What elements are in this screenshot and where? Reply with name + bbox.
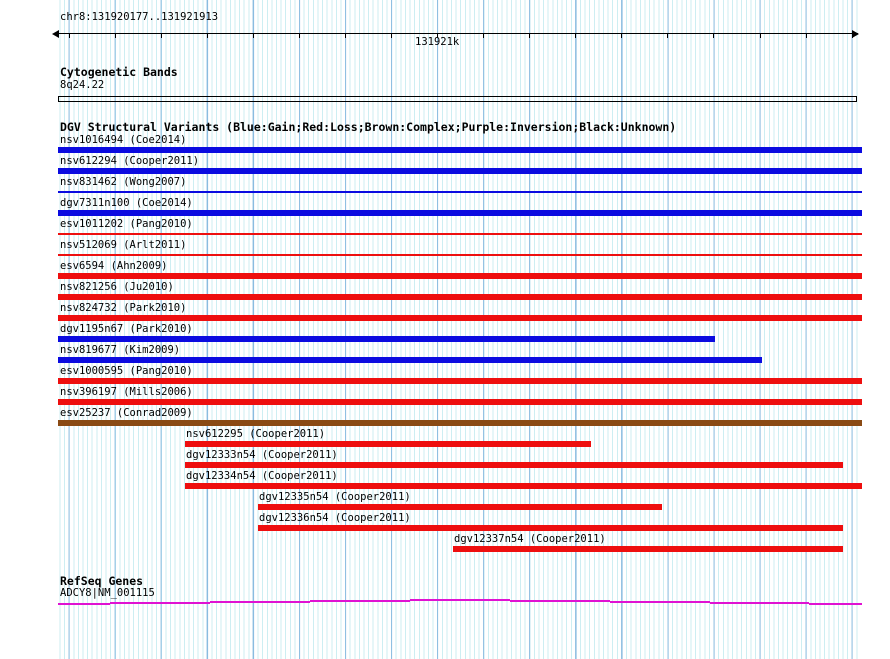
ruler-tick	[483, 34, 485, 38]
refseq-track-title: RefSeq Genes	[60, 574, 144, 588]
gene-line-segment[interactable]	[610, 601, 710, 603]
variant-label[interactable]: nsv824732 (Park2010)	[60, 303, 186, 314]
refseq-gene-label[interactable]: ADCY8|NM_001115	[60, 588, 155, 599]
ruler-tick	[68, 34, 70, 38]
variant-bar-blue[interactable]	[58, 336, 715, 342]
variant-label[interactable]: dgv12337n54 (Cooper2011)	[454, 534, 606, 545]
ruler-tick	[667, 34, 669, 38]
variant-label[interactable]: nsv396197 (Mills2006)	[60, 387, 193, 398]
ruler-tick	[805, 34, 807, 38]
variant-label[interactable]: dgv12335n54 (Cooper2011)	[259, 492, 411, 503]
ruler-tick	[298, 34, 300, 38]
variant-bar-blue[interactable]	[58, 357, 762, 363]
variant-label[interactable]: dgv7311n100 (Coe2014)	[60, 198, 193, 209]
variant-bar-red[interactable]	[258, 504, 662, 510]
gene-line-segment[interactable]	[210, 601, 310, 603]
variant-bar-blue[interactable]	[58, 168, 862, 174]
gene-line-segment[interactable]	[710, 602, 809, 604]
variant-bar-red[interactable]	[58, 378, 862, 384]
variant-label[interactable]: esv25237 (Conrad2009)	[60, 408, 193, 419]
variant-bar-red[interactable]	[453, 546, 843, 552]
gene-line-segment[interactable]	[58, 603, 110, 605]
gene-line-segment[interactable]	[809, 603, 862, 605]
ruler-tick	[391, 34, 393, 38]
variant-bar-red[interactable]	[185, 483, 862, 489]
cytogenetic-band-box[interactable]	[58, 96, 857, 102]
ruler-tick	[114, 34, 116, 38]
variant-label[interactable]: dgv1195n67 (Park2010)	[60, 324, 193, 335]
ruler-tick	[575, 34, 577, 38]
gene-line-segment[interactable]	[510, 600, 610, 602]
variant-bar-red[interactable]	[258, 525, 843, 531]
cytogenetic-bands-title: Cytogenetic Bands	[60, 65, 178, 79]
variant-label[interactable]: nsv512069 (Arlt2011)	[60, 240, 186, 251]
variant-bar-blue[interactable]	[58, 210, 862, 216]
genome-browser-view: chr8:131920177..131921913 131921k Cytoge…	[0, 0, 890, 659]
gene-line-segment[interactable]	[410, 599, 510, 601]
ruler-tick	[713, 34, 715, 38]
variant-bar-blue[interactable]	[58, 147, 862, 153]
variant-label[interactable]: nsv819677 (Kim2009)	[60, 345, 180, 356]
variant-label[interactable]: dgv12334n54 (Cooper2011)	[186, 471, 338, 482]
variant-bar-red[interactable]	[185, 462, 843, 468]
ruler-tick	[621, 34, 623, 38]
variant-bar-red[interactable]	[58, 233, 862, 235]
ruler-tick	[344, 34, 346, 38]
ruler-tick	[160, 34, 162, 38]
ruler-left-arrow-icon	[52, 30, 59, 38]
variant-bar-red[interactable]	[185, 441, 591, 447]
variant-bar-red[interactable]	[58, 315, 862, 321]
dgv-track-title: DGV Structural Variants (Blue:Gain;Red:L…	[60, 120, 677, 134]
gene-line-segment[interactable]	[110, 602, 210, 604]
variant-label[interactable]: nsv831462 (Wong2007)	[60, 177, 186, 188]
variant-label[interactable]: nsv612295 (Cooper2011)	[186, 429, 325, 440]
variant-bar-red[interactable]	[58, 294, 862, 300]
variant-bar-red[interactable]	[58, 399, 862, 405]
region-coordinates-label: chr8:131920177..131921913	[60, 11, 219, 23]
variant-bar-brown[interactable]	[58, 420, 862, 426]
ruler-tick	[851, 34, 853, 38]
gene-line-segment[interactable]	[310, 600, 410, 602]
variant-label[interactable]: dgv12336n54 (Cooper2011)	[259, 513, 411, 524]
variant-label[interactable]: nsv821256 (Ju2010)	[60, 282, 174, 293]
variant-label[interactable]: dgv12333n54 (Cooper2011)	[186, 450, 338, 461]
ruler-tick	[252, 34, 254, 38]
ruler-tick	[206, 34, 208, 38]
ruler-position-label: 131921k	[415, 36, 460, 48]
ruler-right-arrow-icon	[852, 30, 859, 38]
variant-label[interactable]: nsv612294 (Cooper2011)	[60, 156, 199, 167]
ruler-line	[58, 33, 858, 34]
ruler-tick	[759, 34, 761, 38]
variant-label[interactable]: esv1000595 (Pang2010)	[60, 366, 193, 377]
variant-bar-red[interactable]	[58, 273, 862, 279]
cytogenetic-band-label: 8q24.22	[60, 79, 105, 91]
ruler-tick	[529, 34, 531, 38]
variant-label[interactable]: esv6594 (Ahn2009)	[60, 261, 167, 272]
variant-bar-blue[interactable]	[58, 191, 862, 193]
variant-label[interactable]: nsv1016494 (Coe2014)	[60, 135, 186, 146]
variant-bar-red[interactable]	[58, 254, 862, 256]
variant-label[interactable]: esv1011202 (Pang2010)	[60, 219, 193, 230]
